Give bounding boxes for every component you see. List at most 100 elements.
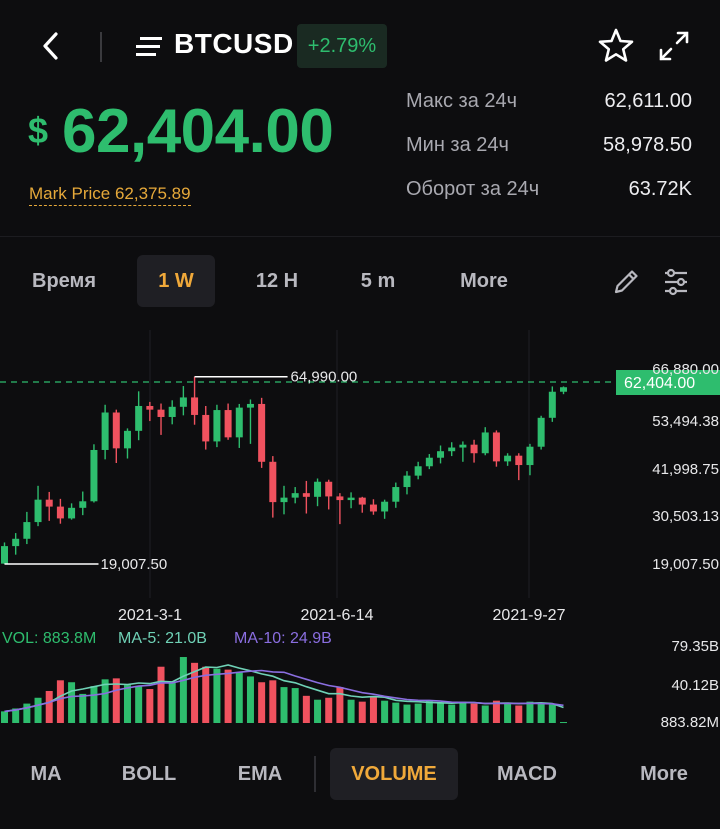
- volume-tick: 79.35B: [671, 638, 719, 655]
- candle: [560, 386, 567, 395]
- volume-bar: [1, 711, 8, 723]
- indicator-volume[interactable]: VOLUME: [330, 748, 458, 800]
- candle-body: [79, 501, 87, 508]
- tab-more[interactable]: More: [444, 255, 524, 307]
- volume-bar: [526, 701, 534, 723]
- volume-bar: [392, 702, 400, 723]
- candle-body: [515, 455, 523, 466]
- stat-value: 62,611.00: [604, 90, 693, 112]
- candle: [246, 399, 254, 444]
- candle: [470, 439, 478, 463]
- candle: [68, 503, 76, 520]
- indicator-bar: MA BOLL EMA VOLUME MACD More: [0, 742, 720, 806]
- pencil-icon[interactable]: [608, 264, 644, 300]
- ma10-label: MA-10: 24.9B: [234, 630, 332, 647]
- date-tick: 2021-9-27: [493, 607, 566, 624]
- candle-body: [336, 496, 344, 501]
- candle: [504, 453, 512, 466]
- candle-body: [168, 406, 176, 417]
- volume-bar: [448, 704, 456, 723]
- price-tick: 66,880.00: [652, 361, 719, 378]
- back-arrow-icon[interactable]: [36, 28, 66, 64]
- volume-bar: [45, 690, 53, 723]
- tab-time[interactable]: Время: [18, 255, 110, 307]
- candle-body: [101, 412, 109, 450]
- candle: [291, 487, 299, 504]
- candle: [425, 454, 433, 470]
- candle: [314, 478, 322, 507]
- timeframe-bar: Время 1 W 12 H 5 m More: [0, 252, 720, 312]
- candle-body: [12, 538, 20, 547]
- candle: [157, 403, 165, 435]
- candle: [135, 391, 143, 441]
- mark-price[interactable]: Mark Price 62,375.89: [29, 184, 191, 206]
- candle-body: [157, 409, 165, 417]
- section-divider: [0, 236, 720, 237]
- price-overlays: 62,404.00 64,990.00 19,007.50: [0, 369, 720, 573]
- candle: [302, 480, 310, 514]
- indicator-ma[interactable]: MA: [14, 748, 78, 800]
- candle-body: [1, 546, 8, 564]
- candle: [202, 405, 210, 450]
- volume-bar: [79, 693, 87, 723]
- expand-icon[interactable]: [654, 26, 694, 66]
- symbol-title[interactable]: BTCUSD: [174, 28, 294, 60]
- price-tick: 41,998.75: [652, 461, 719, 478]
- candle-body: [448, 447, 456, 452]
- volume-bar: [325, 697, 333, 723]
- volume-bar: [168, 682, 176, 723]
- menu-icon[interactable]: [134, 34, 164, 58]
- header: BTCUSD +2.79%: [0, 0, 720, 90]
- indicator-boll[interactable]: BOLL: [106, 748, 192, 800]
- volume-bar: [358, 701, 366, 723]
- volume-bar: [34, 697, 42, 723]
- candle-body: [347, 497, 355, 501]
- volume-bar: [246, 676, 254, 723]
- volume-bar: [437, 702, 445, 723]
- candle-body: [213, 410, 221, 442]
- candle: [269, 456, 277, 518]
- chart-settings-icon[interactable]: [658, 264, 694, 300]
- candle: [392, 482, 400, 508]
- candle-body: [403, 475, 411, 488]
- candle: [23, 511, 31, 545]
- candle: [481, 427, 489, 456]
- candle-body: [425, 457, 433, 467]
- indicator-ema[interactable]: EMA: [222, 748, 298, 800]
- candle: [101, 404, 109, 460]
- candle: [347, 492, 355, 509]
- tab-12h[interactable]: 12 H: [240, 255, 314, 307]
- price-tick: 19,007.50: [652, 556, 719, 573]
- star-icon[interactable]: [596, 26, 636, 66]
- indicator-more[interactable]: More: [624, 748, 704, 800]
- candle: [369, 499, 377, 515]
- volume-legend: VOL: 883.8M MA-5: 21.0B MA-10: 24.9B: [2, 630, 332, 647]
- candle-body: [526, 446, 534, 466]
- indicator-macd[interactable]: MACD: [482, 748, 572, 800]
- volume-bar: [291, 688, 299, 723]
- volume-bar: [537, 703, 545, 723]
- stat-value: 58,978.50: [603, 134, 692, 156]
- candle: [168, 400, 176, 425]
- volume-bar: [90, 686, 98, 723]
- candle-body: [34, 499, 42, 523]
- date-tick: 2021-6-14: [301, 607, 374, 624]
- stat-low-24h: Мин за 24ч 58,978.50: [406, 134, 692, 164]
- volume-bar: [470, 703, 478, 723]
- volume-bar: [459, 701, 467, 723]
- candle: [12, 533, 20, 555]
- volume-bars: [1, 657, 567, 724]
- volume-bar: [269, 680, 277, 723]
- price-tick: 30,503.13: [652, 508, 719, 525]
- tab-1w[interactable]: 1 W: [137, 255, 215, 307]
- candle-body: [437, 451, 445, 458]
- price-chart[interactable]: 62,404.00 64,990.00 19,007.50 66,880.00 …: [0, 318, 720, 738]
- tab-5m[interactable]: 5 m: [342, 255, 414, 307]
- volume-bar: [157, 666, 165, 723]
- volume-value-label: VOL: 883.8M: [2, 630, 96, 647]
- indicator-divider: [314, 756, 316, 792]
- time-axis: 2021-3-1 2021-6-14 2021-9-27: [118, 607, 566, 624]
- candle-body: [224, 410, 232, 438]
- volume-bar: [381, 700, 389, 723]
- candle: [179, 386, 187, 416]
